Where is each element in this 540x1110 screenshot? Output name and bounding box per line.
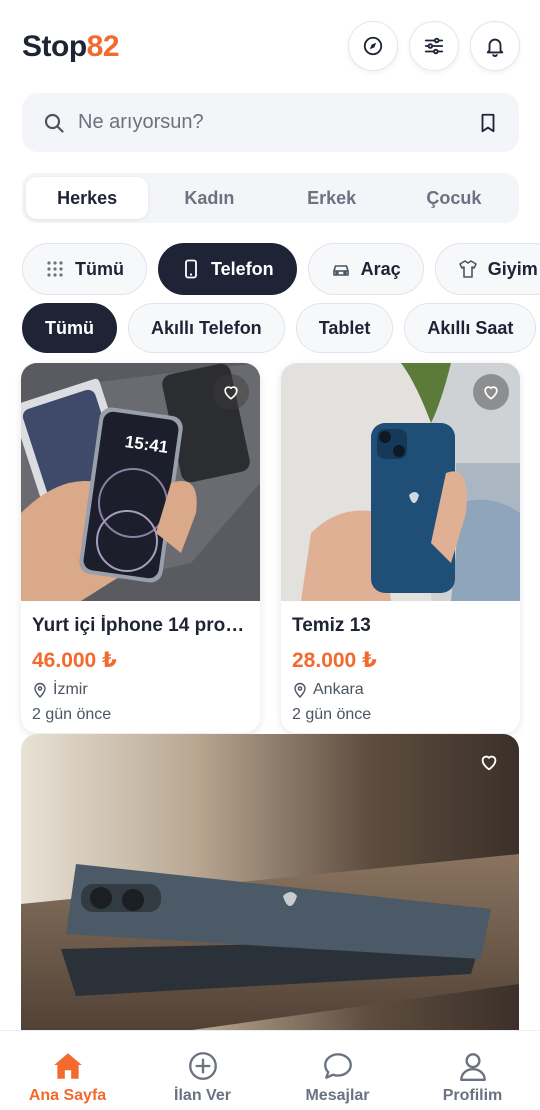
subcategory-chip-tumu[interactable]: Tümü	[22, 303, 117, 353]
compass-icon	[363, 36, 383, 56]
listing-card[interactable]: 15:41 Yurt içi İphone 14 pro max 46.000 …	[21, 363, 260, 733]
grid-icon	[47, 261, 63, 277]
car-icon	[332, 265, 349, 276]
nav-label: İlan Ver	[174, 1087, 231, 1104]
tab-erkek[interactable]: Erkek	[271, 177, 393, 219]
subcategory-chip-akilli-saat[interactable]: Akıllı Saat	[404, 303, 537, 353]
category-chip-tumu[interactable]: Tümü	[22, 243, 147, 295]
nav-label: Ana Sayfa	[28, 1087, 107, 1104]
app-logo[interactable]: Stop82	[22, 30, 120, 64]
chat-icon	[323, 1053, 352, 1079]
listing-price: 28.000 ₺	[292, 649, 377, 672]
filter-button[interactable]	[409, 21, 459, 71]
heart-icon	[224, 386, 238, 400]
listing-location: İzmir	[32, 681, 249, 699]
nav-label: Profilim	[442, 1087, 503, 1104]
search-input[interactable]	[78, 111, 477, 134]
bell-icon	[486, 38, 504, 57]
category-chip-telefon[interactable]: Telefon	[158, 243, 297, 295]
bookmark-icon[interactable]	[477, 112, 499, 134]
search-bar[interactable]	[22, 93, 519, 152]
nav-item-messages[interactable]: Mesajlar	[270, 1031, 405, 1110]
home-icon	[53, 1053, 82, 1079]
notifications-button[interactable]	[470, 21, 520, 71]
listing-posted-time: 2 gün önce	[32, 706, 112, 723]
bottom-navigation: Ana Sayfa İlan Ver Mesajlar Profilim	[0, 1030, 540, 1110]
listing-location: Ankara	[292, 681, 509, 699]
favorite-button[interactable]	[473, 374, 509, 410]
user-icon	[459, 1053, 486, 1081]
subcategory-chip-akilli-telefon[interactable]: Akıllı Telefon	[128, 303, 285, 353]
favorite-button[interactable]	[213, 374, 249, 410]
plus-circle-icon	[188, 1052, 217, 1080]
tab-cocuk[interactable]: Çocuk	[393, 177, 515, 219]
phone-icon	[185, 259, 197, 279]
tab-kadin[interactable]: Kadın	[148, 177, 270, 219]
heart-icon	[484, 386, 498, 400]
listing-details: Temiz 13 28.000 ₺ Ankara 2 gün önce	[292, 615, 509, 724]
location-pin-icon	[34, 682, 46, 698]
category-chip-giyim[interactable]: Giyim	[434, 243, 540, 295]
subcategory-chips: Tümü Akıllı Telefon Tablet Akıllı Saat	[22, 303, 540, 353]
subcategory-chip-tablet[interactable]: Tablet	[295, 303, 394, 353]
listing-details: Yurt içi İphone 14 pro max 46.000 ₺ İzmi…	[32, 615, 249, 724]
listing-title: Temiz 13	[292, 615, 371, 636]
nav-label: Mesajlar	[305, 1087, 370, 1104]
listing-card-wide[interactable]	[21, 734, 519, 1054]
explore-button[interactable]	[348, 21, 398, 71]
top-bar: Stop82	[0, 0, 540, 92]
favorite-button[interactable]	[477, 750, 501, 774]
location-pin-icon	[294, 682, 306, 698]
heart-icon	[481, 755, 497, 771]
nav-item-home[interactable]: Ana Sayfa	[0, 1031, 135, 1110]
category-chips: Tümü Telefon Araç Giyim	[22, 243, 540, 295]
tab-herkes[interactable]: Herkes	[26, 177, 149, 219]
nav-item-post-ad[interactable]: İlan Ver	[135, 1031, 270, 1110]
audience-tabs: Herkes Kadın Erkek Çocuk	[22, 173, 519, 223]
nav-item-profile[interactable]: Profilim	[405, 1031, 540, 1110]
listing-title: Yurt içi İphone 14 pro max	[32, 615, 249, 636]
listing-price: 46.000 ₺	[32, 649, 117, 672]
top-actions	[348, 21, 520, 71]
category-chip-arac[interactable]: Araç	[307, 243, 424, 295]
search-icon	[44, 113, 64, 133]
shirt-icon	[458, 260, 477, 278]
sliders-icon	[424, 37, 444, 55]
listing-posted-time: 2 gün önce	[292, 706, 372, 723]
listing-card[interactable]: Temiz 13 28.000 ₺ Ankara 2 gün önce	[281, 363, 520, 733]
listing-photo	[21, 734, 519, 1054]
